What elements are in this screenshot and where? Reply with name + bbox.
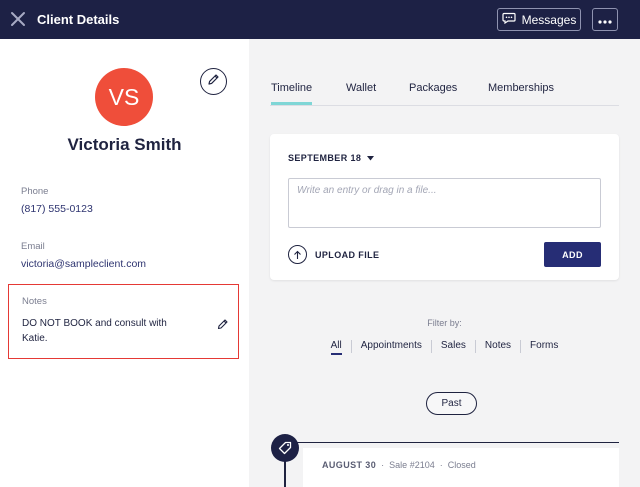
client-name: Victoria Smith	[67, 135, 182, 154]
notes-label: Notes	[22, 296, 47, 307]
timeline-entry-type: Sale	[389, 460, 408, 470]
new-entry-card: SEPTEMBER 18 UPLOAD FILE ADD	[270, 134, 619, 280]
filter-all[interactable]: All	[322, 340, 351, 355]
chat-bubble-icon	[502, 12, 516, 27]
close-icon[interactable]	[9, 10, 27, 28]
timeline-entry-meta: AUGUST 30 · Sale #2104 · Closed	[322, 460, 476, 470]
timeline-entry-status: Closed	[447, 460, 476, 470]
timeline-connector	[284, 460, 286, 487]
tab-packages[interactable]: Packages	[409, 82, 457, 94]
filter-bar: All Appointments Sales Notes Forms	[270, 340, 619, 358]
timeline-entry-number: #2104	[409, 460, 435, 470]
email-link[interactable]: victoria@sampleclient.com	[21, 258, 146, 270]
messages-button[interactable]: Messages	[497, 8, 581, 31]
date-dropdown[interactable]: SEPTEMBER 18	[288, 153, 375, 163]
tab-timeline[interactable]: Timeline	[271, 82, 313, 105]
filter-forms[interactable]: Forms	[521, 340, 567, 351]
avatar: VS	[95, 68, 153, 126]
top-bar: Client Details Messages	[0, 0, 640, 39]
entry-input[interactable]	[288, 178, 601, 228]
tab-memberships[interactable]: Memberships	[488, 82, 554, 94]
phone-link[interactable]: (817) 555-0123	[21, 203, 93, 215]
filter-appointments[interactable]: Appointments	[352, 340, 431, 351]
caret-down-icon	[367, 153, 375, 163]
more-options-button[interactable]	[592, 8, 618, 31]
filter-label: Filter by:	[427, 318, 462, 328]
ellipsis-icon	[598, 11, 612, 29]
filter-sales[interactable]: Sales	[432, 340, 475, 351]
upload-file-label: UPLOAD FILE	[315, 249, 380, 260]
notes-text: DO NOT BOOK and consult with Katie.	[22, 318, 167, 344]
phone-label: Phone	[21, 186, 49, 197]
timeline-divider	[285, 442, 619, 443]
client-profile-panel: VS Victoria Smith Phone (817) 555-0123 E…	[0, 39, 249, 487]
email-label: Email	[21, 241, 45, 252]
add-entry-button[interactable]: ADD	[544, 242, 601, 267]
past-button[interactable]: Past	[426, 392, 477, 415]
sale-tag-icon	[271, 434, 299, 462]
timeline-entry-date: AUGUST 30	[322, 460, 377, 470]
notes-section: Notes DO NOT BOOK and consult with Katie…	[8, 284, 239, 359]
pencil-icon	[207, 73, 220, 91]
edit-client-button[interactable]	[200, 68, 227, 95]
page-title: Client Details	[37, 12, 120, 27]
client-tabs: Timeline Wallet Packages Memberships	[270, 82, 619, 106]
timeline-entry[interactable]: AUGUST 30 · Sale #2104 · Closed	[303, 448, 619, 487]
filter-notes[interactable]: Notes	[476, 340, 520, 351]
messages-label: Messages	[521, 12, 577, 27]
edit-notes-icon[interactable]	[217, 317, 229, 330]
upload-file-button[interactable]: UPLOAD FILE	[288, 245, 379, 264]
entry-date: SEPTEMBER 18	[288, 153, 362, 163]
tab-wallet[interactable]: Wallet	[346, 82, 376, 94]
upload-icon	[288, 245, 307, 264]
